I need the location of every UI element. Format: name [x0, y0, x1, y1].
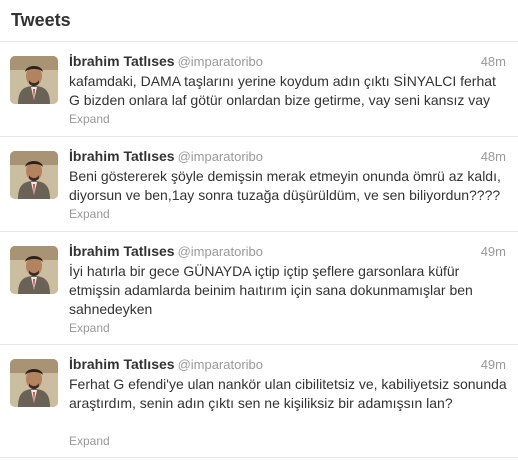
tweet-author-name[interactable]: İbrahim Tatlıses [69, 356, 175, 372]
tweet-author-name[interactable]: İbrahim Tatlıses [69, 148, 175, 164]
user-avatar[interactable] [10, 359, 58, 407]
tweet-item[interactable]: İbrahim Tatlıses @imparatoribo 48m Beni g… [0, 138, 518, 232]
tweet-header: İbrahim Tatlıses @imparatoribo [69, 243, 263, 261]
user-avatar[interactable] [10, 246, 58, 294]
tweet-timestamp[interactable]: 48m [481, 149, 506, 164]
tweet-timestamp[interactable]: 48m [481, 54, 506, 69]
tweet-header: İbrahim Tatlıses @imparatoribo [69, 53, 263, 71]
tweet-timestamp[interactable]: 49m [481, 244, 506, 259]
tweet-text: kafamdaki, DAMA taşlarını yerine koydum … [69, 73, 496, 108]
tweet-author-handle[interactable]: @imparatoribo [178, 54, 263, 69]
tweet-text: İyi hatırla bir gece GÜNAYDA içtip içtip… [69, 263, 473, 317]
tweet-text: Ferhat G efendi'ye ulan nankör ulan cibi… [69, 376, 507, 411]
user-avatar[interactable] [10, 151, 58, 199]
expand-link[interactable]: Expand [69, 321, 110, 335]
expand-link[interactable]: Expand [69, 207, 110, 221]
tweet-author-name[interactable]: İbrahim Tatlıses [69, 53, 175, 69]
tweet-header: İbrahim Tatlıses @imparatoribo [69, 356, 263, 374]
tweet-item[interactable]: İbrahim Tatlıses @imparatoribo 48m kafamd… [0, 43, 518, 137]
expand-link[interactable]: Expand [69, 112, 110, 126]
tweet-timestamp[interactable]: 49m [481, 357, 506, 372]
expand-link[interactable]: Expand [69, 434, 110, 448]
tweet-item[interactable]: İbrahim Tatlıses @imparatoribo 49m Ferhat… [0, 346, 518, 458]
tweet-author-handle[interactable]: @imparatoribo [178, 357, 263, 372]
tweet-text: Beni göstererek şöyle demişsin merak etm… [69, 168, 501, 203]
tweet-author-name[interactable]: İbrahim Tatlıses [69, 243, 175, 259]
tweet-header: İbrahim Tatlıses @imparatoribo [69, 148, 263, 166]
tweet-author-handle[interactable]: @imparatoribo [178, 244, 263, 259]
timeline-title: Tweets [11, 10, 71, 30]
tweet-item[interactable]: İbrahim Tatlıses @imparatoribo 49m İyi ha… [0, 233, 518, 345]
timeline-header: Tweets [0, 0, 518, 42]
tweet-author-handle[interactable]: @imparatoribo [178, 149, 263, 164]
user-avatar[interactable] [10, 56, 58, 104]
